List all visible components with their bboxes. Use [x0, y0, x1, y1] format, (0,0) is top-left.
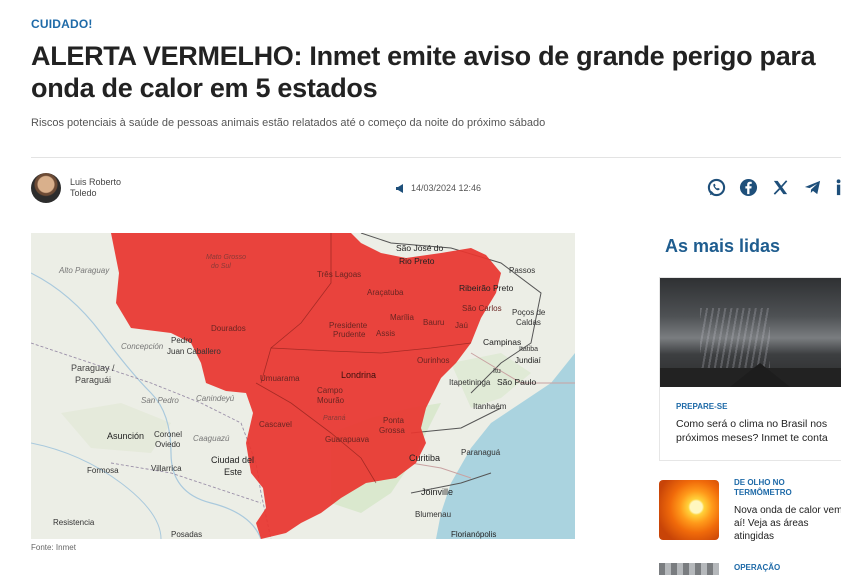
svg-text:Ponta: Ponta: [383, 416, 404, 425]
svg-text:Coronel: Coronel: [154, 430, 182, 439]
svg-text:Concepción: Concepción: [121, 342, 164, 351]
svg-text:do Sul: do Sul: [211, 263, 231, 270]
svg-text:Umuarama: Umuarama: [260, 374, 300, 383]
svg-text:Asunción: Asunción: [107, 431, 144, 441]
share-bar: [706, 177, 841, 198]
svg-text:Curitiba: Curitiba: [409, 453, 440, 463]
publish-date: 14/03/2024 12:46: [395, 183, 481, 193]
svg-text:Assis: Assis: [376, 329, 395, 338]
svg-text:Itatiba: Itatiba: [519, 346, 538, 353]
svg-text:Itanhaém: Itanhaém: [473, 402, 507, 411]
svg-text:Alto Paraguay: Alto Paraguay: [58, 266, 110, 275]
svg-text:Mourão: Mourão: [317, 396, 345, 405]
svg-text:São Paulo: São Paulo: [497, 377, 536, 387]
svg-text:Araçatuba: Araçatuba: [367, 288, 404, 297]
svg-text:Rio Preto: Rio Preto: [399, 256, 435, 266]
svg-text:Três Lagoas: Três Lagoas: [317, 270, 361, 279]
mini-card-category[interactable]: DE OLHO NO TERMÔMETRO: [734, 478, 834, 498]
linkedin-icon[interactable]: [834, 177, 841, 198]
publish-date-text: 14/03/2024 12:46: [411, 183, 482, 193]
x-icon[interactable]: [770, 177, 791, 198]
svg-text:Este: Este: [224, 467, 242, 477]
svg-text:Marília: Marília: [390, 313, 415, 322]
svg-text:Resistencia: Resistencia: [53, 518, 95, 527]
divider: [31, 157, 841, 158]
svg-text:Londrina: Londrina: [341, 370, 376, 380]
svg-text:Juan Caballero: Juan Caballero: [167, 347, 221, 356]
article-kicker[interactable]: CUIDADO!: [31, 17, 93, 31]
author-avatar[interactable]: [31, 173, 61, 203]
svg-text:Cascavel: Cascavel: [259, 420, 292, 429]
svg-text:Dourados: Dourados: [211, 324, 246, 333]
article-subtitle: Riscos potenciais à saúde de pessoas ani…: [31, 117, 546, 129]
mini-card-title[interactable]: Nova onda de calor vem aí! Veja as áreas…: [734, 504, 841, 543]
svg-text:São Carlos: São Carlos: [462, 304, 502, 313]
most-read-title: As mais lidas: [665, 236, 781, 256]
svg-text:Passos: Passos: [509, 266, 535, 275]
svg-text:Caaguazú: Caaguazú: [193, 434, 230, 443]
svg-text:Villarrica: Villarrica: [151, 464, 182, 473]
svg-text:Campo: Campo: [317, 386, 343, 395]
svg-text:Paraná: Paraná: [323, 415, 346, 422]
svg-text:Paranaguá: Paranaguá: [461, 448, 501, 457]
svg-text:Paraguay /: Paraguay /: [71, 363, 115, 373]
svg-text:San Pedro: San Pedro: [141, 396, 179, 405]
alert-map[interactable]: Mato Grosso do Sul Alto Paraguay Três La…: [31, 233, 575, 539]
svg-text:Jaú: Jaú: [455, 321, 468, 330]
megaphone-icon: [396, 183, 403, 193]
card-category[interactable]: PREPARE-SE: [676, 402, 727, 411]
svg-text:Campinas: Campinas: [483, 337, 521, 347]
storm-image[interactable]: [660, 278, 841, 387]
operation-image[interactable]: [659, 563, 719, 575]
author-last-name: Toledo: [70, 188, 97, 198]
svg-text:Blumenau: Blumenau: [415, 510, 451, 519]
svg-text:Ribeirão Preto: Ribeirão Preto: [459, 283, 514, 293]
map-graphic: Mato Grosso do Sul Alto Paraguay Três La…: [31, 233, 575, 539]
author-first-name: Luis Roberto: [70, 177, 122, 187]
svg-text:Presidente: Presidente: [329, 321, 368, 330]
telegram-icon[interactable]: [802, 177, 823, 198]
sun-heat-image[interactable]: [659, 480, 719, 540]
article-headline: ALERTA VERMELHO: Inmet emite aviso de gr…: [31, 41, 816, 103]
facebook-icon[interactable]: [738, 177, 759, 198]
image-caption: Fonte: Inmet: [31, 543, 76, 552]
svg-text:Bauru: Bauru: [423, 318, 444, 327]
svg-text:Ciudad del: Ciudad del: [211, 455, 254, 465]
svg-text:Itapetininga: Itapetininga: [449, 378, 491, 387]
svg-text:Prudente: Prudente: [333, 330, 366, 339]
svg-text:Caldas: Caldas: [516, 318, 541, 327]
svg-text:Mato Grosso: Mato Grosso: [206, 254, 246, 261]
svg-text:Posadas: Posadas: [171, 530, 202, 539]
card-title[interactable]: Como será o clima no Brasil nos próximos…: [676, 417, 836, 445]
author-name[interactable]: Luis Roberto Toledo: [70, 177, 150, 199]
svg-text:Formosa: Formosa: [87, 466, 119, 475]
svg-text:São José do: São José do: [396, 243, 444, 253]
most-read-card-1[interactable]: PREPARE-SE Como será o clima no Brasil n…: [659, 277, 841, 461]
svg-text:Canindeyú: Canindeyú: [196, 394, 235, 403]
svg-text:Grossa: Grossa: [379, 426, 405, 435]
svg-text:Paraguái: Paraguái: [75, 375, 111, 385]
svg-text:Florianópolis: Florianópolis: [451, 530, 496, 539]
mini-card-category-2[interactable]: OPERAÇÃO: [734, 563, 780, 572]
svg-text:Ourinhos: Ourinhos: [417, 356, 449, 365]
svg-text:Poços de: Poços de: [512, 308, 546, 317]
svg-text:Oviedo: Oviedo: [155, 440, 181, 449]
svg-text:Jundiaí: Jundiaí: [515, 356, 542, 365]
whatsapp-icon[interactable]: [706, 177, 727, 198]
svg-text:Itu: Itu: [493, 368, 501, 375]
svg-text:Joinville: Joinville: [421, 487, 453, 497]
svg-text:Pedro: Pedro: [171, 336, 193, 345]
svg-text:Guarapuava: Guarapuava: [325, 435, 370, 444]
